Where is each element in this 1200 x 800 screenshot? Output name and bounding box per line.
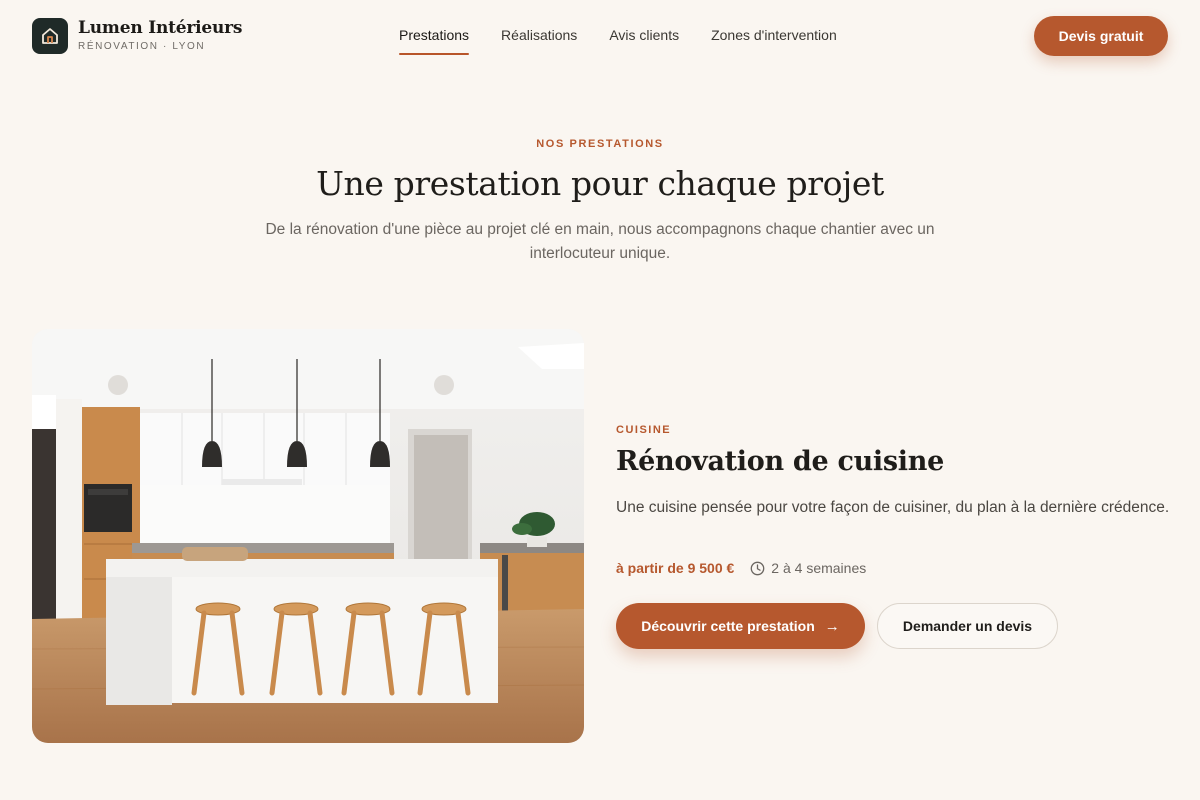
nav-item-prestations[interactable]: Prestations (399, 26, 470, 55)
discover-service-button[interactable]: Découvrir cette prestation → (616, 603, 865, 649)
section-eyebrow: NOS PRESTATIONS (536, 138, 664, 150)
nav-item-zones[interactable]: Zones d'intervention (711, 26, 837, 55)
arrow-right-icon: → (824, 617, 840, 635)
nav-item-realisations[interactable]: Réalisations (501, 26, 577, 55)
house-icon (32, 18, 68, 54)
clock-icon (750, 561, 765, 576)
site-header: Lumen Intérieurs RÉNOVATION · LYON Prest… (0, 0, 1200, 72)
service-meta: à partir de 9 500 € 2 à 4 semaines (616, 560, 866, 576)
section-title: Une prestation pour chaque projet (316, 164, 884, 203)
section-subtitle: De la rénovation d'une pièce au projet c… (265, 221, 935, 262)
service-price: à partir de 9 500 € (616, 560, 735, 576)
brand-name: Lumen Intérieurs (78, 18, 243, 38)
service-title: Rénovation de cuisine (616, 446, 944, 477)
nav-item-avis-clients[interactable]: Avis clients (609, 26, 679, 55)
service-duration: 2 à 4 semaines (771, 560, 867, 576)
service-category: CUISINE (616, 424, 672, 436)
free-quote-button[interactable]: Devis gratuit (1034, 16, 1168, 56)
main-nav: Prestations Réalisations Avis clients Zo… (399, 26, 869, 55)
brand-logo[interactable]: Lumen Intérieurs RÉNOVATION · LYON (32, 18, 242, 54)
service-description: Une cuisine pensée pour votre façon de c… (616, 499, 1170, 516)
brand-tagline: RÉNOVATION · LYON (78, 41, 206, 52)
request-quote-button[interactable]: Demander un devis (877, 603, 1058, 649)
discover-service-label: Découvrir cette prestation (641, 618, 815, 634)
kitchen-photo (32, 329, 584, 743)
